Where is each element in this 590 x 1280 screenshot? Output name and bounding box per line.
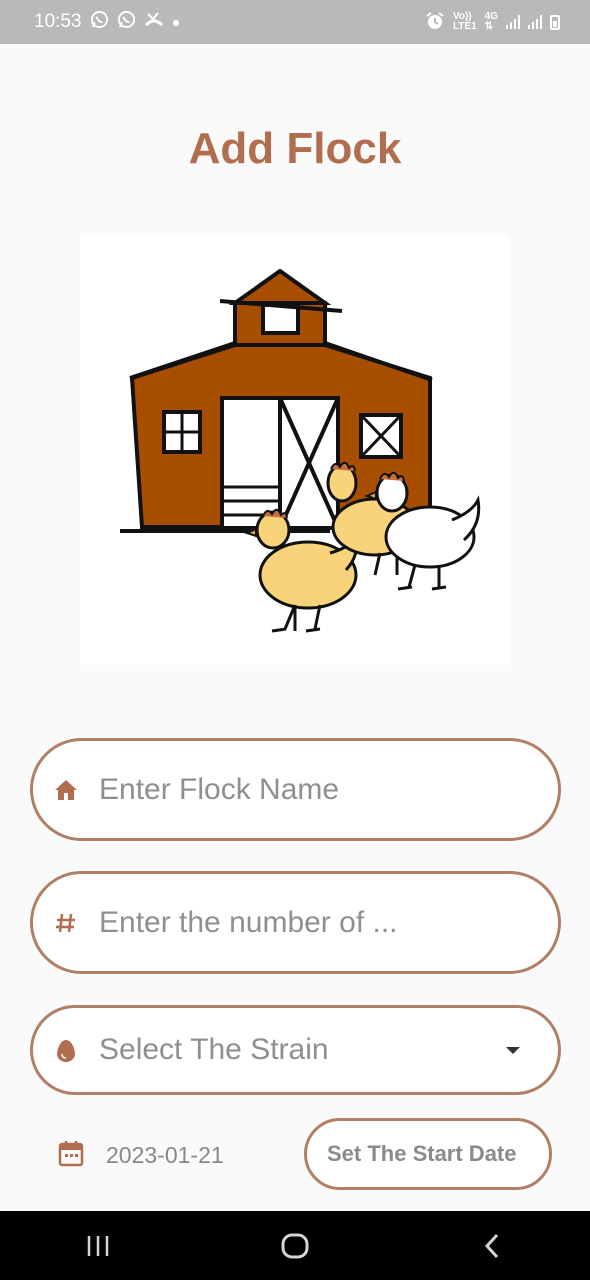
bird-count-field[interactable]: [30, 871, 561, 974]
page-title: Add Flock: [188, 124, 402, 173]
flock-name-field[interactable]: [30, 738, 561, 841]
network-volte: Vo)) LTE1: [453, 12, 477, 32]
barn-with-chickens-illustration: [80, 235, 510, 665]
battery-icon: [550, 14, 560, 30]
egg-icon: [33, 1038, 99, 1062]
alarm-icon: [425, 11, 445, 34]
calendar-icon: [58, 1139, 84, 1172]
home-button-icon[interactable]: [255, 1211, 335, 1280]
home-icon: [33, 779, 99, 801]
back-icon[interactable]: [452, 1211, 532, 1280]
set-start-date-button[interactable]: Set The Start Date: [304, 1118, 552, 1190]
network-bottom-label: LTE1: [452, 21, 477, 32]
status-time: 10:53: [34, 11, 82, 32]
whatsapp-icon: [117, 10, 136, 34]
status-left: 10:53: [34, 10, 180, 34]
recent-apps-icon[interactable]: [58, 1211, 138, 1280]
whatsapp-icon: [90, 10, 109, 34]
start-date-value: 2023-01-21: [106, 1141, 224, 1168]
status-right: Vo)) LTE1 4G ⇅: [425, 11, 560, 34]
hash-icon: [33, 911, 99, 935]
signal-icon: [506, 15, 520, 29]
start-date-row: 2023-01-21: [58, 1120, 224, 1190]
status-bar: 10:53 Vo)) LTE1 4G ⇅: [0, 0, 590, 44]
navigation-bar: [0, 1211, 590, 1280]
bird-count-input[interactable]: [99, 905, 499, 940]
flock-name-input[interactable]: [99, 772, 499, 807]
strain-dropdown[interactable]: Select The Strain: [30, 1005, 561, 1095]
strain-placeholder: Select The Strain: [99, 1033, 329, 1066]
dot-icon: [172, 11, 180, 33]
network-type: 4G ⇅: [485, 12, 498, 32]
data-arrows-icon: ⇅: [484, 21, 494, 32]
chevron-down-icon[interactable]: [506, 1046, 520, 1054]
missed-call-icon: [144, 11, 164, 34]
signal-icon: [528, 15, 542, 29]
